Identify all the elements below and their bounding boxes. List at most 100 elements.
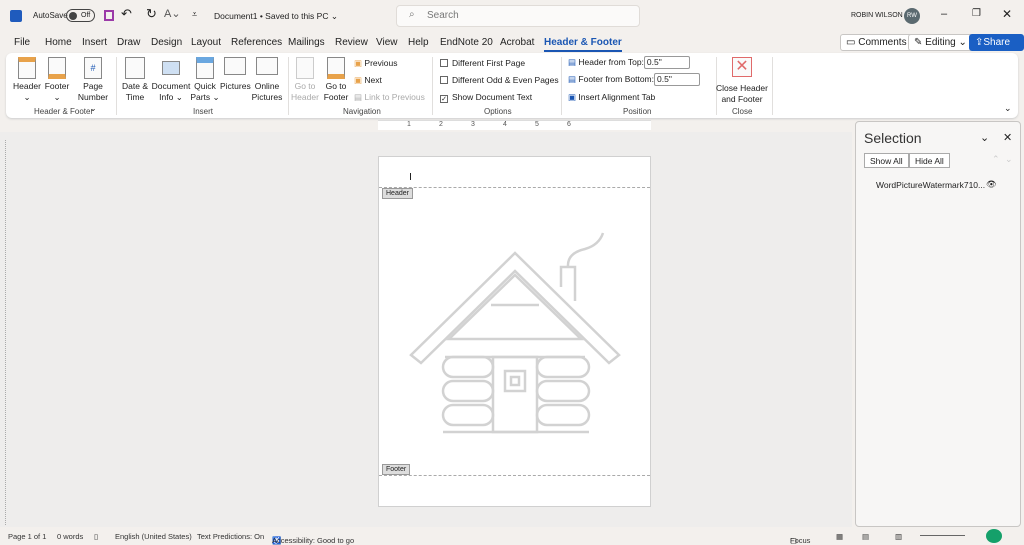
header-boundary <box>379 187 650 188</box>
document-info-icon <box>162 61 180 75</box>
next-icon: ▣ <box>354 75 363 85</box>
horizontal-ruler[interactable]: 1 2 3 4 5 6 <box>378 120 651 130</box>
tab-header-footer[interactable]: Header & Footer <box>544 37 622 52</box>
spelling-icon[interactable]: A⌄ <box>164 7 181 20</box>
customize-qat-icon[interactable]: ⩡ <box>192 9 197 20</box>
go-to-header-button[interactable]: Go to Header <box>290 57 320 103</box>
link-to-previous-button[interactable]: ▤ Link to Previous <box>354 92 425 103</box>
save-icon[interactable] <box>104 10 114 21</box>
divider <box>561 57 562 115</box>
undo-icon[interactable]: ↶ <box>121 6 132 22</box>
minimize-icon[interactable]: – <box>941 8 947 20</box>
group-label-insert: Insert <box>193 107 214 116</box>
hide-all-button[interactable]: Hide All <box>909 153 950 168</box>
word-count[interactable]: 0 words <box>57 532 83 541</box>
next-button[interactable]: ▣ Next <box>354 75 382 86</box>
footer-icon <box>48 57 66 79</box>
different-odd-even-checkbox[interactable]: Different Odd & Even Pages <box>440 75 559 85</box>
tab-layout[interactable]: Layout <box>191 37 221 48</box>
link-icon: ▤ <box>354 92 363 102</box>
collapse-ribbon-icon[interactable]: ⌄ <box>1004 103 1012 114</box>
tab-review[interactable]: Review <box>335 37 368 48</box>
restore-icon[interactable]: ❐ <box>972 8 981 19</box>
document-title[interactable]: Document1 • Saved to this PC ⌄ <box>214 11 338 22</box>
alignment-tab-icon: ▣ <box>568 92 577 102</box>
word-logo-icon <box>10 10 22 22</box>
comment-icon: ▭ <box>846 37 859 48</box>
header-button[interactable]: Header ⌄ <box>12 57 42 103</box>
tab-help[interactable]: Help <box>408 37 429 48</box>
divider <box>772 57 773 115</box>
page-number-button[interactable]: # Page Number ⌄ <box>74 57 112 114</box>
insert-alignment-tab-button[interactable]: ▣ Insert Alignment Tab <box>568 92 655 103</box>
web-layout-icon[interactable]: ▥ <box>895 532 902 541</box>
avatar[interactable]: RW <box>904 8 920 24</box>
comments-button[interactable]: ▭ Comments <box>840 34 913 51</box>
quick-parts-icon <box>196 57 214 79</box>
ruler-tick: 1 <box>407 121 411 128</box>
date-time-button[interactable]: Date & Time <box>118 57 152 103</box>
selection-item[interactable]: WordPictureWatermark710... 👁 <box>876 179 1016 190</box>
print-layout-icon[interactable]: ▤ <box>862 532 869 541</box>
group-label-close: Close <box>732 107 753 116</box>
close-header-footer-button[interactable]: ✕ Close Header and Footer <box>714 57 770 105</box>
show-all-button[interactable]: Show All <box>864 153 909 168</box>
show-document-text-checkbox[interactable]: ✓ Show Document Text <box>440 92 532 103</box>
selection-pane: Selection ⌄ ✕ Show All Hide All ⌃ ⌄ Word… <box>855 121 1021 527</box>
quick-parts-button[interactable]: Quick Parts ⌄ <box>190 57 220 103</box>
tab-design[interactable]: Design <box>151 37 182 48</box>
status-bar: Page 1 of 1 0 words ▯ English (United St… <box>0 528 1024 545</box>
document-info-button[interactable]: Document Info ⌄ <box>151 57 191 103</box>
tab-acrobat[interactable]: Acrobat <box>500 37 534 48</box>
previous-button[interactable]: ▣ Previous <box>354 58 397 69</box>
proofing-icon[interactable]: ▯ <box>94 532 98 541</box>
eye-icon[interactable]: 👁 <box>986 179 997 190</box>
ruler-tick: 6 <box>567 121 571 128</box>
pictures-button[interactable]: Pictures <box>220 57 251 92</box>
zoom-slider[interactable] <box>920 535 965 536</box>
tab-home[interactable]: Home <box>45 37 72 48</box>
text-predictions[interactable]: Text Predictions: On <box>197 532 264 541</box>
tab-view[interactable]: View <box>376 37 398 48</box>
divider <box>288 57 289 115</box>
divider <box>116 57 117 115</box>
tab-draw[interactable]: Draw <box>117 37 140 48</box>
footer-button[interactable]: Footer ⌄ <box>42 57 72 103</box>
ruler-tick: 2 <box>439 121 443 128</box>
share-button[interactable]: ⇪Share ⌄ <box>969 34 1024 59</box>
redo-icon[interactable]: ↻ <box>146 6 157 22</box>
send-backward-icon[interactable]: ⌄ <box>1005 154 1013 165</box>
pane-close-icon[interactable]: ✕ <box>1003 131 1012 144</box>
close-x-icon: ✕ <box>732 57 752 77</box>
footer-from-bottom-field[interactable]: ▤ Footer from Bottom: 0.5" <box>568 73 700 86</box>
bring-forward-icon[interactable]: ⌃ <box>992 154 1000 165</box>
tab-file[interactable]: File <box>14 37 30 48</box>
document-page[interactable]: Header Footer <box>378 156 651 507</box>
grammarly-icon[interactable] <box>986 529 1002 543</box>
language[interactable]: English (United States) <box>115 532 192 541</box>
pencil-icon: ✎ <box>914 37 926 48</box>
go-to-footer-button[interactable]: Go to Footer <box>321 57 351 103</box>
header-from-top-field[interactable]: ▤ Header from Top: 0.5" <box>568 56 690 69</box>
tab-endnote[interactable]: EndNote 20 <box>440 37 493 48</box>
ruler-tick: 4 <box>503 121 507 128</box>
editing-button[interactable]: ✎ Editing ⌄ <box>908 34 973 51</box>
close-icon[interactable]: ✕ <box>1002 7 1012 21</box>
search-input[interactable]: ⌕ Search <box>396 5 640 27</box>
tab-references[interactable]: References <box>231 37 282 48</box>
page-count[interactable]: Page 1 of 1 <box>8 532 46 541</box>
autosave-toggle[interactable]: Off <box>66 9 95 22</box>
pane-options-icon[interactable]: ⌄ <box>980 131 989 144</box>
divider <box>432 57 433 115</box>
pane-title: Selection <box>864 130 922 146</box>
different-first-page-checkbox[interactable]: Different First Page <box>440 58 525 68</box>
group-label-position: Position <box>623 107 652 116</box>
tab-mailings[interactable]: Mailings <box>288 37 325 48</box>
title-bar: AutoSave Off ↶ ↻ A⌄ ⩡ Document1 • Saved … <box>0 0 1024 32</box>
user-name: ROBIN WILSON <box>851 12 903 19</box>
tab-insert[interactable]: Insert <box>82 37 107 48</box>
house-watermark[interactable] <box>409 227 624 442</box>
calendar-icon <box>125 57 145 79</box>
online-pictures-button[interactable]: Online Pictures <box>251 57 283 103</box>
read-mode-icon[interactable]: ▦ <box>836 532 843 541</box>
